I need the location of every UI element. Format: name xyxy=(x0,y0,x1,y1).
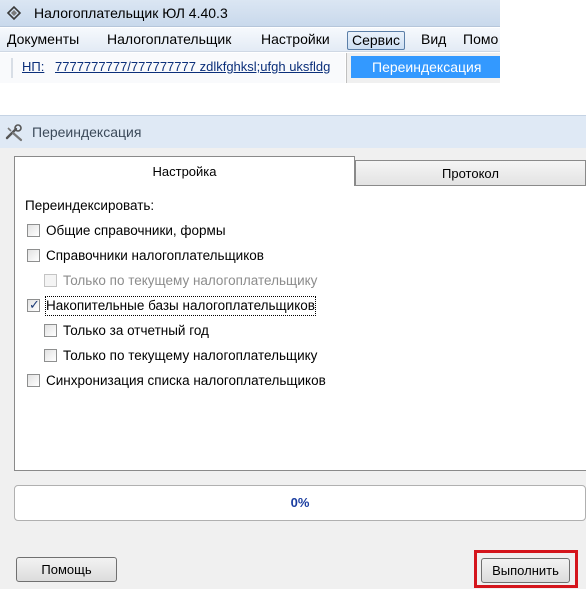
option-label: Общие справочники, формы xyxy=(46,223,226,238)
dialog-title: Переиндексация xyxy=(32,124,142,140)
option-label: Только по текущему налогоплательщику xyxy=(63,273,318,288)
checkbox[interactable] xyxy=(27,374,40,387)
option-label: Справочники налогоплательщиков xyxy=(46,248,264,263)
menu-settings[interactable]: Настройки xyxy=(261,31,330,50)
run-button[interactable]: Выполнить xyxy=(481,558,570,583)
option-label: Только за отчетный год xyxy=(63,323,209,338)
checkbox[interactable] xyxy=(27,249,40,262)
main-window-title: Налогоплательщик ЮЛ 4.40.3 xyxy=(34,5,228,21)
reindex-dialog: Переиндексация Настройка Протокол Переин… xyxy=(0,115,586,589)
checkbox[interactable] xyxy=(27,224,40,237)
menu-item-reindex[interactable]: Переиндексация xyxy=(351,56,500,78)
checkmark-icon: ✓ xyxy=(29,297,40,312)
checkbox[interactable] xyxy=(44,324,57,337)
tab-settings[interactable]: Настройка xyxy=(14,156,355,186)
dialog-title-bar: Переиндексация xyxy=(0,115,586,148)
checkbox-checked[interactable]: ✓ xyxy=(27,297,40,312)
tab-protocol[interactable]: Протокол xyxy=(355,160,586,186)
option-label: Синхронизация списка налогоплательщиков xyxy=(46,373,326,388)
tools-icon xyxy=(5,124,23,142)
menu-taxpayer[interactable]: Налогоплательщик xyxy=(107,31,231,50)
option-label: Только по текущему налогоплательщику xyxy=(63,348,318,363)
np-link[interactable]: НП: xyxy=(22,59,44,74)
option-label: Накопительные базы налогоплательщиков xyxy=(45,296,316,316)
reindex-section-label: Переиндексировать: xyxy=(25,198,155,213)
dialog-body: Настройка Протокол xyxy=(0,148,586,589)
progress-bar: 0% xyxy=(14,485,586,521)
main-title-bar: Налогоплательщик ЮЛ 4.40.3 xyxy=(0,0,500,27)
help-button[interactable]: Помощь xyxy=(16,557,117,582)
menu-documents[interactable]: Документы xyxy=(7,31,79,50)
app-icon xyxy=(6,5,22,21)
tab-settings-label: Настройка xyxy=(152,164,217,179)
np-value-link[interactable]: 7777777777/777777777 zdlkfghksl;ufgh uks… xyxy=(55,59,345,74)
toolbar-separator xyxy=(11,58,13,78)
menu-help[interactable]: Помо xyxy=(463,31,498,50)
menu-bar: Документы Налогоплательщик Настройки Сер… xyxy=(0,28,500,52)
checkbox[interactable] xyxy=(44,349,57,362)
service-dropdown-menu: Переиндексация xyxy=(346,53,500,83)
main-window-fragment: Налогоплательщик ЮЛ 4.40.3 Документы Нал… xyxy=(0,0,500,88)
checkbox-disabled xyxy=(44,274,57,287)
menu-view[interactable]: Вид xyxy=(421,31,446,50)
menu-service[interactable]: Сервис xyxy=(347,31,405,50)
progress-percent: 0% xyxy=(290,495,310,510)
tab-protocol-label: Протокол xyxy=(442,166,499,181)
